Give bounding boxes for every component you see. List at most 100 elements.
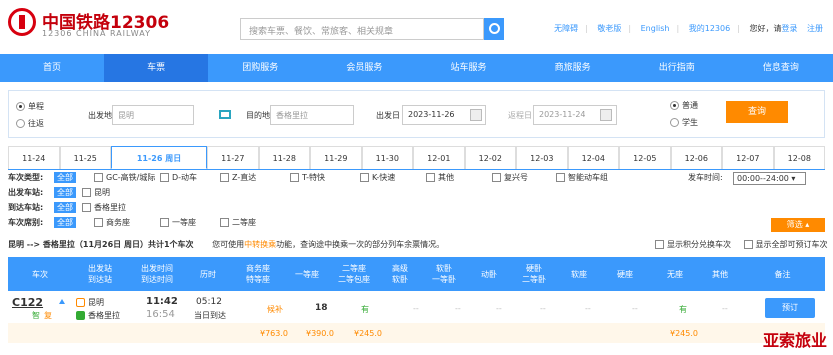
roundtrip-radio[interactable]: 往返 <box>16 118 44 129</box>
logo-subtitle: 12306 CHINA RAILWAY <box>42 29 151 38</box>
date-tab[interactable]: 12-08 <box>773 146 826 169</box>
date-tab[interactable]: 12-06 <box>670 146 723 169</box>
date-tab[interactable]: 12-02 <box>464 146 517 169</box>
nav-member[interactable]: 会员服务 <box>312 54 416 82</box>
date-tab[interactable]: 12-07 <box>722 146 774 169</box>
summary-suffix: 功能，查询途中换乘一次的部分列车余票情况。 <box>276 240 445 249</box>
date-tab[interactable]: 12-05 <box>619 146 671 169</box>
start-station-icon <box>76 298 85 307</box>
seat-option[interactable]: 二等座 <box>220 217 256 228</box>
col-station[interactable]: 出发站 到达站 <box>72 257 128 291</box>
type-option[interactable]: T-特快 <box>290 172 325 183</box>
railway-logo-icon[interactable] <box>8 8 36 36</box>
train-number-link[interactable]: C122 <box>12 296 43 309</box>
student-radio[interactable]: 学生 <box>670 117 698 128</box>
date-tab[interactable]: 12-01 <box>413 146 465 169</box>
date-tab[interactable]: 11-25 <box>59 146 111 169</box>
type-option[interactable]: GC-高铁/城际 <box>94 172 155 183</box>
col-time[interactable]: 出发时间 到达时间 <box>128 257 186 291</box>
hard-sleeper-value: -- <box>540 304 546 313</box>
register-link[interactable]: 注册 <box>807 24 823 33</box>
date-tab[interactable]: 12-04 <box>567 146 620 169</box>
type-option[interactable]: D-动车 <box>160 172 197 183</box>
col-duration[interactable]: 历时 <box>186 257 230 291</box>
oneway-radio[interactable]: 单程 <box>16 101 44 112</box>
fuxing-tag: 复 <box>44 311 52 320</box>
search-input[interactable]: 搜索车票、餐饮、常旅客、相关规章 <box>240 18 484 40</box>
col-hard-sleeper: 硬卧 二等卧 <box>522 264 546 284</box>
nav-info[interactable]: 信息查询 <box>729 54 833 82</box>
nav-group[interactable]: 团购服务 <box>208 54 312 82</box>
my12306-link[interactable]: 我的12306 <box>689 24 730 33</box>
calendar-icon[interactable] <box>470 109 482 121</box>
expand-icon[interactable] <box>59 299 65 304</box>
nav-station[interactable]: 站车服务 <box>417 54 521 82</box>
accessibility-link[interactable]: 无障碍 <box>554 24 578 33</box>
type-filter-row: 车次类型: 全部 <box>8 172 82 185</box>
nav-tickets[interactable]: 车票 <box>104 54 209 82</box>
type-option[interactable]: 复兴号 <box>492 172 528 183</box>
filter-panel: 车次类型: 全部 GC-高铁/城际 D-动车 Z-直达 T-特快 K-快速 其他 … <box>8 172 825 234</box>
soft-sleeper-value: -- <box>455 304 461 313</box>
nav-guide[interactable]: 出行指南 <box>625 54 729 82</box>
date-tab[interactable]: 11-29 <box>310 146 362 169</box>
english-link[interactable]: English <box>641 24 670 33</box>
route-summary: 昆明 --> 香格里拉（11月26日 周日）共计1个车次 <box>8 240 194 249</box>
from-station-checkbox[interactable] <box>82 188 91 197</box>
no-seat-status[interactable]: 有 <box>679 304 687 315</box>
smart-tag: 智 <box>32 311 40 320</box>
watermark: 亚索旅业 <box>762 331 827 350</box>
nav-business[interactable]: 商旅服务 <box>521 54 625 82</box>
from-station-row: 出发车站: 全部 昆明 <box>8 187 110 198</box>
seat-option[interactable]: 商务座 <box>94 217 130 228</box>
price-row <box>8 323 825 343</box>
all-from-button[interactable]: 全部 <box>54 187 76 198</box>
col-no-seat: 无座 <box>667 269 683 279</box>
all-to-button[interactable]: 全部 <box>54 202 76 213</box>
second-seat-status[interactable]: 有 <box>361 304 369 315</box>
transfer-link[interactable]: 中转换乘 <box>244 240 276 249</box>
date-tab[interactable]: 11-27 <box>207 146 259 169</box>
date-tab[interactable]: 11-28 <box>258 146 311 169</box>
from-input[interactable]: 昆明 <box>112 105 194 125</box>
type-option[interactable]: K-快速 <box>360 172 395 183</box>
date-tab[interactable]: 11-24 <box>8 146 60 169</box>
all-bookable-checkbox[interactable] <box>743 240 753 249</box>
query-button[interactable]: 查询 <box>726 101 788 123</box>
from-label: 出发地 <box>88 111 112 120</box>
swap-icon[interactable] <box>219 110 231 119</box>
type-option[interactable]: 其他 <box>426 172 454 183</box>
type-option[interactable]: Z-直达 <box>220 172 256 183</box>
date-tab[interactable]: 12-03 <box>516 146 568 169</box>
second-price: ¥245.0 <box>354 329 382 338</box>
normal-radio[interactable]: 普通 <box>670 100 698 111</box>
to-label: 目的地 <box>246 111 270 120</box>
book-button[interactable]: 预订 <box>765 298 815 318</box>
time-select[interactable]: 00:00--24:00 ▾ <box>733 172 806 185</box>
top-header: 中国铁路12306 12306 CHINA RAILWAY 搜索车票、餐饮、常旅… <box>0 0 833 54</box>
all-types-button[interactable]: 全部 <box>54 172 76 183</box>
login-link[interactable]: 登录 <box>781 24 797 33</box>
type-option[interactable]: 智能动车组 <box>556 172 608 183</box>
main-nav: 首页 车票 团购服务 会员服务 站车服务 商旅服务 出行指南 信息查询 <box>0 54 833 82</box>
seat-option[interactable]: 一等座 <box>160 217 196 228</box>
to-station-row: 到达车站: 全部 香格里拉 <box>8 202 126 213</box>
to-station-checkbox[interactable] <box>82 203 91 212</box>
from-station: 昆明 <box>76 297 104 308</box>
calendar-icon[interactable] <box>600 109 612 121</box>
business-seat-status[interactable]: 候补 <box>267 304 283 315</box>
date-tabs: 11-24 11-25 11-26 周日 11-27 11-28 11-29 1… <box>8 146 826 170</box>
return-label: 返程日 <box>508 111 532 120</box>
first-seat-count[interactable]: 18 <box>315 303 328 313</box>
points-checkbox[interactable] <box>655 240 664 249</box>
date-tab[interactable]: 11-30 <box>361 146 414 169</box>
date-tab-active[interactable]: 11-26 周日 <box>111 146 208 169</box>
search-icon[interactable] <box>484 18 504 40</box>
summary-prefix: 您可使用 <box>212 240 245 249</box>
screen-button[interactable]: 筛选 ▴ <box>771 218 825 232</box>
all-seats-button[interactable]: 全部 <box>54 217 76 228</box>
col-other: 其他 <box>712 269 728 279</box>
nav-home[interactable]: 首页 <box>0 54 104 82</box>
elder-link[interactable]: 敬老版 <box>597 24 621 33</box>
to-input[interactable]: 香格里拉 <box>270 105 354 125</box>
